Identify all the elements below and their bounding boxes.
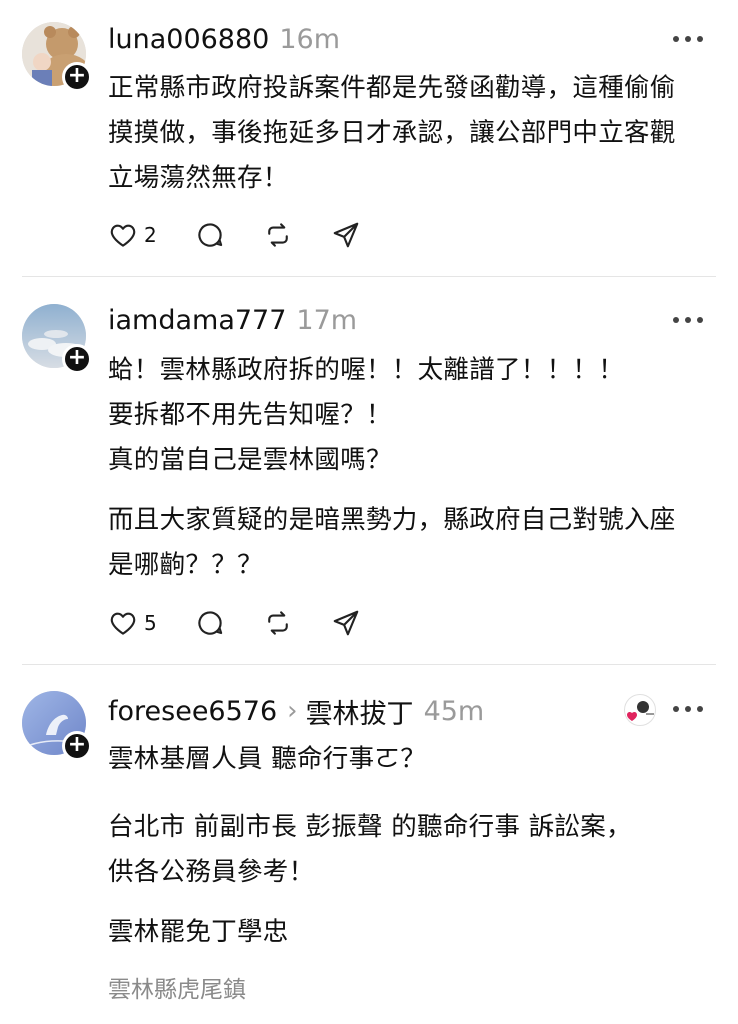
follow-plus-icon[interactable]: + [62, 731, 92, 761]
username[interactable]: foresee6576 [108, 696, 277, 727]
heart-badge-icon [624, 694, 656, 726]
follow-plus-icon[interactable]: + [62, 344, 92, 374]
timestamp: 45m [423, 695, 485, 727]
post-line: 而且大家質疑的是暗黑勢力，縣政府自己對號入座 [108, 505, 676, 535]
repost-button[interactable] [263, 608, 293, 638]
post-line: 雲林基層人員 聽命行事ㄛ？ [108, 744, 427, 774]
post-body: 雲林基層人員 聽命行事ㄛ？ [108, 737, 720, 782]
timestamp: 16m [279, 23, 341, 55]
share-button[interactable] [331, 220, 361, 250]
post-line: 供各公務員參考！ [108, 857, 315, 887]
like-button[interactable]: 2 [108, 220, 157, 250]
heart-icon [110, 224, 136, 247]
post-body: 正常縣市政府投訴案件都是先發函勸導，這種偷偷 摸摸做，事後拖延多日才承認，讓公部… [108, 66, 720, 201]
send-icon [333, 610, 359, 636]
repost-icon [267, 611, 288, 635]
more-options-icon[interactable] [668, 699, 708, 719]
timestamp: 17m [296, 304, 358, 336]
like-count: 2 [144, 223, 157, 247]
post-header: iamdama777 17m [108, 302, 357, 338]
topic-tag[interactable]: 雲林拔丁 [306, 692, 414, 731]
post-header: luna006880 16m [108, 21, 340, 57]
post-line: 要拆都不用先告知喔？！ [108, 400, 392, 430]
location-label[interactable]: 雲林縣虎尾鎮 [108, 970, 246, 1004]
comment-icon [198, 611, 222, 635]
heart-icon [110, 612, 136, 635]
post-line: 雲林罷免丁學忠 [108, 917, 289, 947]
more-options-icon[interactable] [668, 29, 708, 49]
post-line: 是哪齣？？？ [108, 550, 263, 580]
post-line: 台北市 前副市長 彭振聲 的聽命行事 訴訟案， [108, 812, 632, 842]
post-line: 立場蕩然無存！ [108, 163, 289, 193]
divider [22, 276, 716, 277]
reply-button[interactable] [195, 608, 225, 638]
follow-plus-icon[interactable]: + [62, 62, 92, 92]
more-options-icon[interactable] [668, 310, 708, 330]
divider [22, 664, 716, 665]
repost-icon [267, 223, 288, 247]
share-button[interactable] [331, 608, 361, 638]
like-count: 5 [144, 611, 157, 635]
action-bar: 5 [108, 606, 399, 640]
post-line: 摸摸做，事後拖延多日才承認，讓公部門中立客觀 [108, 118, 676, 148]
post-header: foresee6576 › 雲林拔丁 45m [108, 692, 485, 731]
send-icon [333, 222, 359, 248]
post-line: 蛤！雲林縣政府拆的喔！！太離譜了！！！！ [108, 355, 625, 385]
chevron-right-icon: › [287, 696, 298, 726]
username[interactable]: iamdama777 [108, 305, 286, 336]
repost-button[interactable] [263, 220, 293, 250]
post-line: 正常縣市政府投訴案件都是先發函勸導，這種偷偷 [108, 73, 676, 103]
comment-icon [198, 223, 222, 247]
like-button[interactable]: 5 [108, 608, 157, 638]
post-body-paragraph: 台北市 前副市長 彭振聲 的聽命行事 訴訟案， 供各公務員參考！ [108, 805, 720, 895]
action-bar: 2 [108, 218, 399, 252]
post-line: 真的當自己是雲林國嗎？ [108, 445, 392, 475]
post-body-paragraph: 而且大家質疑的是暗黑勢力，縣政府自己對號入座 是哪齣？？？ [108, 498, 720, 588]
post-body-paragraph: 雲林罷免丁學忠 [108, 910, 720, 955]
reply-button[interactable] [195, 220, 225, 250]
username[interactable]: luna006880 [108, 24, 269, 55]
post-body: 蛤！雲林縣政府拆的喔！！太離譜了！！！！ 要拆都不用先告知喔？！ 真的當自己是雲… [108, 348, 720, 483]
